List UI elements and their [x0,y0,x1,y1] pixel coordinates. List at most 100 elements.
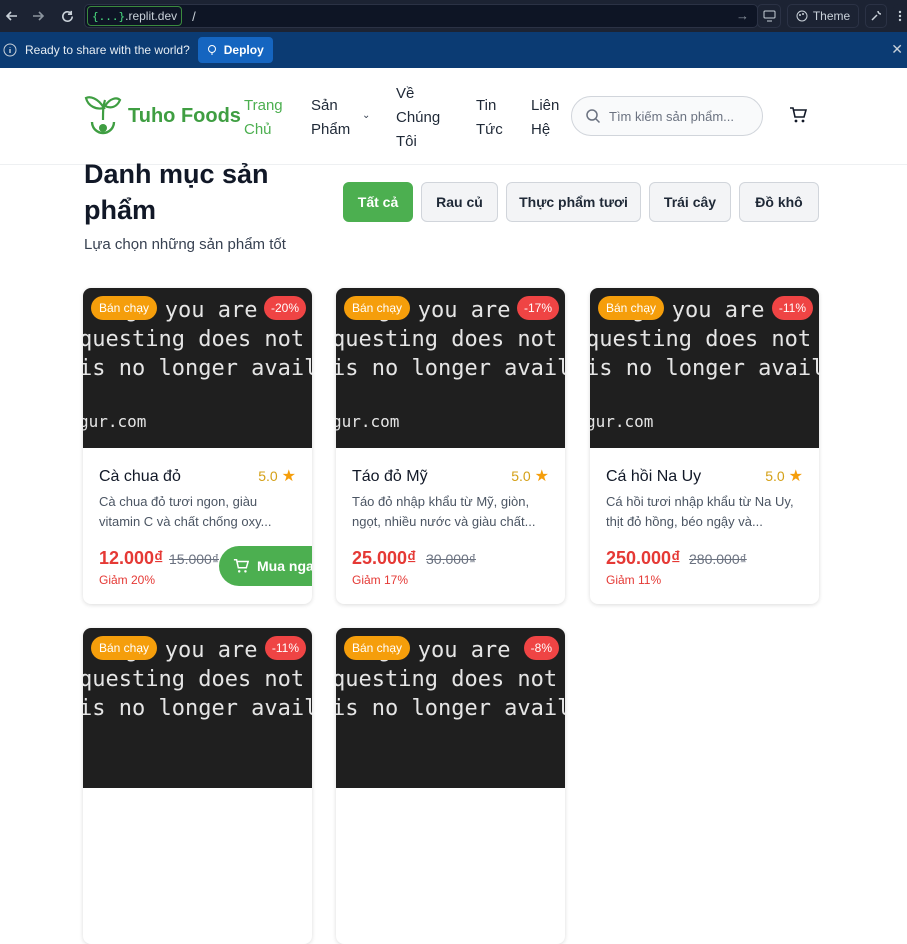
product-card[interactable]: ge you are questing does not ex is no lo… [590,288,819,604]
chevron-down-icon[interactable]: ⌄ [362,110,370,121]
url-host-text: .replit.dev [125,9,178,23]
wrench-icon[interactable] [865,4,887,28]
image-text-line2: questing does not ex [83,327,312,352]
discount-badge: -11% [771,296,813,320]
url-bar[interactable]: {...} .replit.dev / → [84,4,758,28]
product-card[interactable]: ge you are questing does not ex is no lo… [336,628,565,944]
url-host-chip[interactable]: {...} .replit.dev [87,6,183,26]
nav-products-line2: Phẩm [311,121,351,138]
filter-all[interactable]: Tất cả [343,182,413,222]
search-input[interactable] [609,108,749,124]
discount-badge: -17% [516,296,559,320]
bestseller-badge: Bán chạy [91,636,158,660]
discount-badge: -8% [523,636,559,660]
image-text-line3: is no longer availabl [336,696,565,721]
buy-now-button[interactable]: Mua ngay [219,546,312,586]
filter-fresh-food[interactable]: Thực phẩm tươi [506,182,641,222]
back-icon[interactable] [0,4,24,28]
nav-news-line1: Tin [476,97,497,114]
nav-contact-line1: Liên [531,97,560,114]
more-icon[interactable] [893,4,907,28]
image-text-footer: gur.com [336,412,400,431]
nav-about-line1: Về [396,85,415,102]
go-arrow-icon[interactable]: → [736,8,749,23]
product-saving: Giảm 17% [352,573,409,587]
share-banner: Ready to share with the world? Deploy ✕ [0,32,907,68]
image-text-line2: questing does not ex [590,327,819,352]
nav-item-contact[interactable]: Liên Hệ [531,94,559,142]
theme-button[interactable]: Theme [787,4,859,28]
forward-icon[interactable] [26,4,50,28]
search-icon [586,109,601,124]
nav-about-line2: Chúng [396,109,441,126]
image-text-line3: is no longer availabl [83,696,312,721]
filter-vegetables[interactable]: Rau củ [421,182,498,222]
category-title-line1: Danh mục sản [84,159,269,189]
cart-icon[interactable] [789,106,808,129]
product-rating: 5.0 ★ [765,466,803,486]
buy-now-label: Mua ngay [257,558,312,574]
filter-fruit[interactable]: Trái cây [649,182,731,222]
bestseller-badge: Bán chạy [344,296,411,320]
rating-value: 5.0 [511,468,531,484]
star-icon: ★ [534,468,549,485]
nav-contact-line2: Hệ [531,121,551,138]
image-text-footer: gur.com [590,412,654,431]
image-text-line3: is no longer availabl [83,356,312,381]
nav-item-home[interactable]: Trang Chủ [244,94,283,142]
category-title-line2: phẩm [84,195,157,225]
reload-icon[interactable] [55,4,79,28]
product-name[interactable]: Cá hồi Na Uy [606,468,701,486]
category-title: Danh mục sản phẩm [84,156,324,228]
palette-icon [796,10,808,22]
product-old-price: 280.000₫ [689,551,747,567]
url-path: / [192,8,196,24]
product-price: 25.000₫ [352,548,417,568]
filter-dry-goods[interactable]: Đồ khô [739,182,819,222]
url-host-brace: {...} [92,9,126,23]
star-icon: ★ [788,468,803,485]
product-description: Cá hồi tươi nhập khẩu từ Na Uy, thịt đỏ … [606,494,794,529]
nav-about-line3: Tôi [396,133,417,150]
product-name[interactable]: Táo đỏ Mỹ [352,468,428,486]
cart-icon [233,559,249,573]
logo-text: Tuho Foods [128,104,241,127]
theme-label: Theme [812,9,851,23]
nav-item-news[interactable]: Tin Tức [476,94,503,142]
bestseller-badge: Bán chạy [91,296,158,320]
product-description: Cà chua đỏ tươi ngon, giàu vitamin C và … [99,494,272,529]
product-rating: 5.0 ★ [511,466,549,486]
product-price: 12.000₫ [99,548,164,568]
product-description: Táo đỏ nhập khẩu từ Mỹ, giòn, ngọt, nhiề… [352,494,536,529]
category-subtitle: Lựa chọn những sản phẩm tốt [84,236,286,253]
nav-home-line1: Trang [244,97,283,114]
discount-badge: -11% [264,636,306,660]
product-card[interactable]: ge you are questing does not ex is no lo… [83,628,312,944]
search-box[interactable] [571,96,763,136]
nav-products-line1: Sản [311,97,338,114]
bestseller-badge: Bán chạy [344,636,411,660]
site-header: Tuho Foods Trang Chủ Sản Phẩm ⌄ Về Chúng… [0,68,907,165]
nav-news-line2: Tức [476,121,503,138]
nav-home-line2: Chủ [244,121,272,138]
product-card[interactable]: ge you are questing does not ex is no lo… [336,288,565,604]
product-card[interactable]: ge you are questing does not ex is no lo… [83,288,312,604]
image-text-line2: questing does not ex [336,327,565,352]
product-old-price: 30.000₫ [426,551,477,567]
rating-value: 5.0 [765,468,785,484]
image-text-line3: is no longer availabl [590,356,819,381]
share-message: Ready to share with the world? [25,43,190,57]
devices-icon[interactable] [757,4,781,28]
nav-item-products[interactable]: Sản Phẩm [311,94,350,142]
nav-item-about[interactable]: Về Chúng Tôi [396,82,440,154]
image-text-line3: is no longer availabl [336,356,565,381]
deploy-icon [207,45,216,55]
browser-toolbar: {...} .replit.dev / → Theme [0,0,907,32]
product-name[interactable]: Cà chua đỏ [99,468,181,486]
bestseller-badge: Bán chạy [598,296,665,320]
rating-value: 5.0 [258,468,278,484]
logo[interactable]: Tuho Foods [84,92,241,140]
product-saving: Giảm 20% [99,573,156,587]
close-icon[interactable]: ✕ [891,41,903,58]
deploy-button[interactable]: Deploy [197,37,273,63]
